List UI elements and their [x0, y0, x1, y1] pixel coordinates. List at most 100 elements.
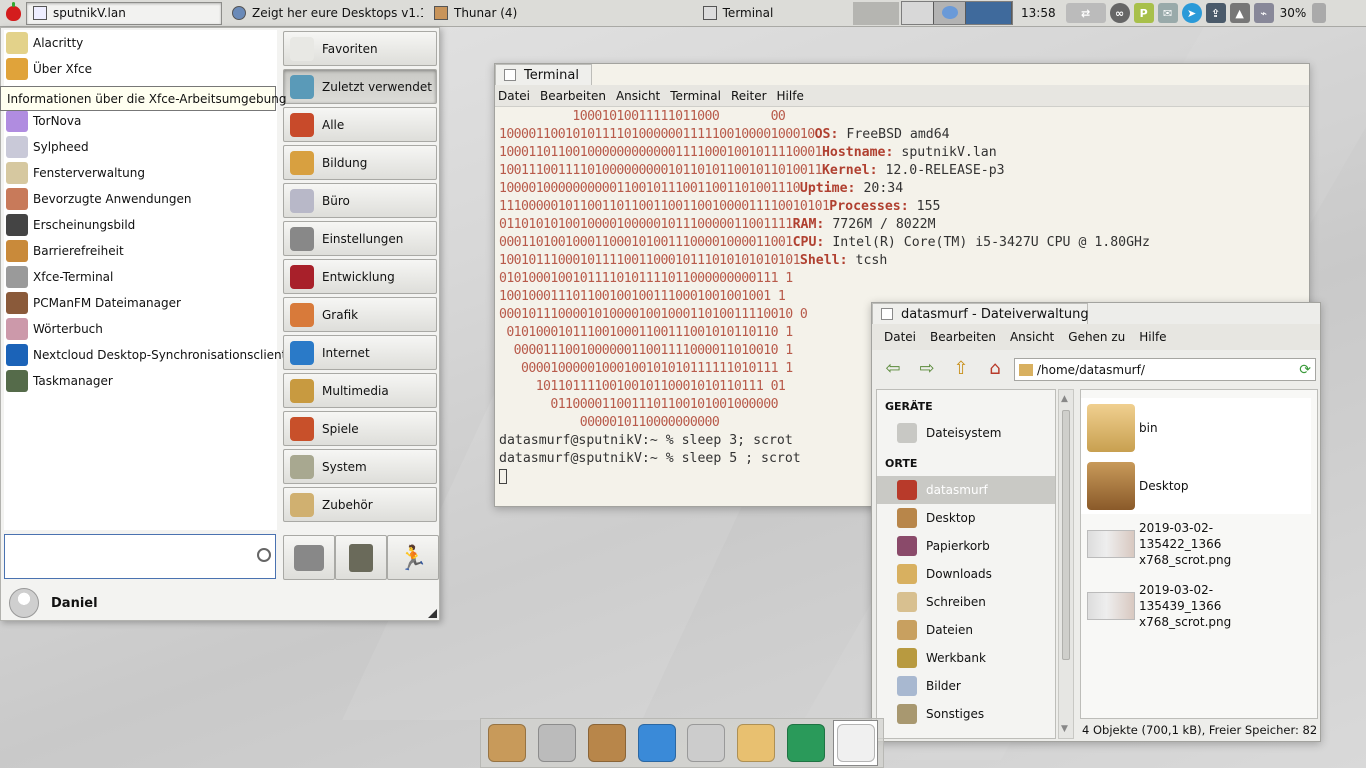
scroll-down-arrow-icon[interactable]: ▼: [1061, 724, 1068, 734]
terminal-menu-reiter[interactable]: Reiter: [728, 89, 774, 103]
sidebar-item-schreiben[interactable]: Schreiben: [877, 588, 1055, 616]
workspace-3[interactable]: [966, 2, 1012, 24]
workspace-1[interactable]: [902, 2, 934, 24]
dock-item[interactable]: [634, 720, 679, 766]
sidebar-item-sonstiges[interactable]: Sonstiges: [877, 700, 1055, 728]
terminal-menu-terminal[interactable]: Terminal: [667, 89, 728, 103]
dock-item[interactable]: [734, 720, 779, 766]
terminal-menu-datei[interactable]: Datei: [495, 89, 537, 103]
forward-arrow-icon[interactable]: ⇨: [914, 356, 940, 380]
sidebar-item-bilder[interactable]: Bilder: [877, 672, 1055, 700]
category-system[interactable]: System: [283, 449, 437, 484]
filemanager-window[interactable]: datasmurf - Dateiverwaltung Datei Bearbei…: [871, 302, 1321, 742]
up-arrow-icon[interactable]: ⇧: [948, 356, 974, 380]
app-item-bevorzugte-anwendungen[interactable]: Bevorzugte Anwendungen: [4, 186, 277, 212]
dock-item[interactable]: [833, 720, 879, 766]
reload-icon[interactable]: ⟳: [1299, 362, 1311, 378]
task-browser[interactable]: Zeigt her eure Desktops v1.1 | ...: [225, 2, 424, 25]
terminal-title-tab[interactable]: Terminal: [495, 64, 592, 86]
app-item-barrierefreiheit[interactable]: Barrierefreiheit: [4, 238, 277, 264]
ascii-art-line: 0101000101110010001100111001010110110 1: [499, 325, 793, 340]
workspace-pager[interactable]: [901, 1, 1013, 25]
dock-item[interactable]: [535, 720, 580, 766]
fm-menu-ansicht[interactable]: Ansicht: [1004, 330, 1062, 344]
category-einstellungen[interactable]: Einstellungen: [283, 221, 437, 256]
workspace-2[interactable]: [934, 2, 966, 24]
ascii-art-line: 1001011100010111100110001011101010101010…: [499, 253, 801, 268]
fm-menu-bearbeiten[interactable]: Bearbeiten: [924, 330, 1004, 344]
network-icon[interactable]: ⇄: [1065, 3, 1106, 23]
fm-menu-hilfe[interactable]: Hilfe: [1133, 330, 1174, 344]
fm-menu-datei[interactable]: Datei: [878, 330, 924, 344]
scroll-up-arrow-icon[interactable]: ▲: [1061, 394, 1068, 404]
app-item-nextcloud-desktop-synchronisationsclient[interactable]: Nextcloud Desktop-Synchronisationsclient: [4, 342, 286, 368]
category-zubehör[interactable]: Zubehör: [283, 487, 437, 522]
sidebar-item-dateisystem[interactable]: Dateisystem: [877, 419, 1055, 447]
app-item-xfce-terminal[interactable]: Xfce-Terminal: [4, 264, 277, 290]
category-zuletzt-verwendet[interactable]: Zuletzt verwendet: [283, 69, 437, 104]
app-item-alacritty[interactable]: Alacritty: [4, 30, 277, 56]
category-spiele[interactable]: Spiele: [283, 411, 437, 446]
sidebar-item-werkbank[interactable]: Werkbank: [877, 644, 1055, 672]
terminal-menu-bearbeiten[interactable]: Bearbeiten: [537, 89, 613, 103]
app-item-sylpheed[interactable]: Sylpheed: [4, 134, 277, 160]
file-item[interactable]: bin: [1081, 398, 1311, 458]
address-bar[interactable]: /home/datasmurf/ ⟳: [1014, 358, 1316, 381]
sidebar-item-papierkorb[interactable]: Papierkorb: [877, 532, 1055, 560]
app-item-fensterverwaltung[interactable]: Fensterverwaltung: [4, 160, 277, 186]
category-internet[interactable]: Internet: [283, 335, 437, 370]
scrollbar-thumb[interactable]: [1062, 410, 1070, 660]
sidebar-item-desktop[interactable]: Desktop: [877, 504, 1055, 532]
task-sputnik[interactable]: sputnikV.lan: [26, 1, 222, 25]
window-menu-icon[interactable]: [881, 308, 893, 320]
fm-menu-gehen-zu[interactable]: Gehen zu: [1062, 330, 1133, 344]
window-menu-icon[interactable]: [504, 69, 516, 81]
file-item[interactable]: Desktop: [1081, 458, 1311, 514]
settings-button[interactable]: [283, 535, 335, 580]
search-input[interactable]: [4, 534, 276, 579]
dock-item[interactable]: [784, 720, 829, 766]
telegram-icon[interactable]: ➤: [1181, 3, 1202, 23]
home-icon[interactable]: ⌂: [982, 356, 1008, 380]
sidebar-item-downloads[interactable]: Downloads: [877, 560, 1055, 588]
power-icon[interactable]: [1312, 3, 1327, 23]
applications-menu-button[interactable]: [0, 0, 26, 26]
app-item-über-xfce[interactable]: Über Xfce: [4, 56, 277, 82]
sidebar-scrollbar[interactable]: ▲ ▼: [1058, 389, 1074, 739]
dog-icon: [434, 6, 448, 20]
back-arrow-icon[interactable]: ⇦: [880, 356, 906, 380]
category-alle[interactable]: Alle: [283, 107, 437, 142]
category-büro[interactable]: Büro: [283, 183, 437, 218]
battery-icon[interactable]: ⌁: [1253, 3, 1274, 23]
upload-icon[interactable]: ⇪: [1205, 3, 1226, 23]
mail-icon[interactable]: ✉: [1157, 3, 1178, 23]
task-terminal[interactable]: Terminal: [626, 2, 850, 25]
sidebar-item-datasmurf[interactable]: datasmurf: [877, 476, 1055, 504]
app-item-erscheinungsbild[interactable]: Erscheinungsbild: [4, 212, 277, 238]
cloud-icon[interactable]: ∞: [1109, 3, 1130, 23]
clipboard-icon[interactable]: P: [1133, 3, 1154, 23]
terminal-menu-hilfe[interactable]: Hilfe: [774, 89, 811, 103]
wifi-icon[interactable]: ▲: [1229, 3, 1250, 23]
sidebar-item-dateien[interactable]: Dateien: [877, 616, 1055, 644]
dock-item[interactable]: [684, 720, 729, 766]
lock-screen-button[interactable]: [335, 535, 387, 580]
category-grafik[interactable]: Grafik: [283, 297, 437, 332]
app-item-wörterbuch[interactable]: Wörterbuch: [4, 316, 277, 342]
dock-item[interactable]: [485, 720, 530, 766]
resize-handle[interactable]: [428, 609, 437, 618]
category-bildung[interactable]: Bildung: [283, 145, 437, 180]
category-entwicklung[interactable]: Entwicklung: [283, 259, 437, 294]
dock-item[interactable]: [585, 720, 630, 766]
terminal-menu-ansicht[interactable]: Ansicht: [613, 89, 667, 103]
category-favoriten[interactable]: Favoriten: [283, 31, 437, 66]
app-item-taskmanager[interactable]: Taskmanager: [4, 368, 277, 394]
logout-button[interactable]: 🏃: [387, 535, 439, 580]
file-item[interactable]: 2019-03-02-135422_1366 x768_scrot.png: [1081, 520, 1311, 568]
app-item-pcmanfm-dateimanager[interactable]: PCManFM Dateimanager: [4, 290, 277, 316]
category-multimedia[interactable]: Multimedia: [283, 373, 437, 408]
filemanager-title-tab[interactable]: datasmurf - Dateiverwaltung: [872, 303, 1089, 325]
app-item-tornova[interactable]: TorNova: [4, 108, 277, 134]
task-thunar[interactable]: Thunar (4): [427, 2, 623, 25]
file-item[interactable]: 2019-03-02-135439_1366 x768_scrot.png: [1081, 582, 1311, 630]
